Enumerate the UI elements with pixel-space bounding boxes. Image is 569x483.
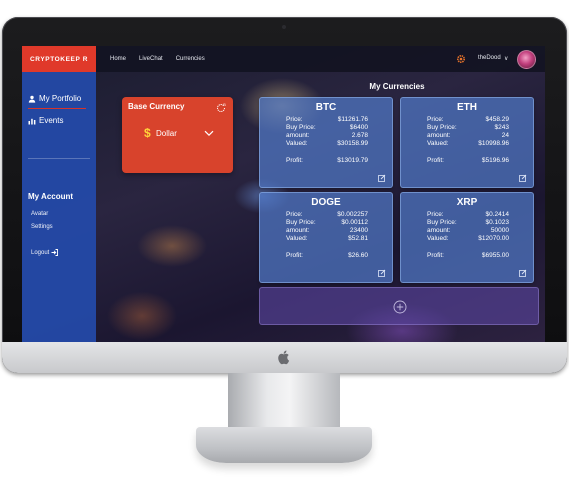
sidebar-item-avatar[interactable]: Avatar bbox=[31, 211, 48, 217]
nav-livechat[interactable]: LiveChat bbox=[139, 56, 163, 62]
logout-button[interactable]: Logout bbox=[31, 249, 59, 256]
dollar-icon: $ bbox=[144, 126, 151, 140]
edit-icon[interactable] bbox=[519, 269, 527, 277]
edit-icon[interactable] bbox=[378, 269, 386, 277]
refresh-badge: B bbox=[223, 103, 226, 107]
refresh-icon[interactable]: B bbox=[215, 102, 227, 114]
valued-row: Valued: $30158.99 bbox=[286, 140, 368, 147]
sidebar-item-portfolio[interactable]: My Portfolio bbox=[28, 94, 81, 103]
sidebar-item-label: My Portfolio bbox=[39, 94, 82, 103]
nav-currencies[interactable]: Currencies bbox=[176, 56, 205, 62]
currency-card-doge[interactable]: DOGE Price: $0.002257 Buy Price: $0.00112 … bbox=[259, 192, 393, 283]
valued-row: Valued: $10998.96 bbox=[427, 140, 509, 147]
plus-circle-icon[interactable] bbox=[393, 300, 407, 314]
profit-row: Profit: $13019.79 bbox=[286, 157, 368, 164]
camera-dot bbox=[282, 25, 286, 29]
screen: CRYPTOKEEP R Home LiveChat Currencies th… bbox=[22, 46, 545, 342]
sidebar-item-settings[interactable]: Settings bbox=[31, 224, 53, 230]
nav-home[interactable]: Home bbox=[110, 56, 126, 62]
currency-card-eth[interactable]: ETH Price: $458.29 Buy Price: $243 amount:… bbox=[400, 97, 534, 188]
base-currency-card: Base Currency B $ Dollar bbox=[122, 97, 233, 173]
apple-logo-icon bbox=[278, 350, 290, 365]
active-indicator bbox=[28, 108, 86, 109]
monitor-stand-foot bbox=[196, 427, 372, 463]
base-currency-select[interactable]: Dollar bbox=[156, 129, 177, 138]
person-icon bbox=[28, 95, 36, 103]
top-navbar: CRYPTOKEEP R Home LiveChat Currencies th… bbox=[22, 46, 545, 72]
chart-icon bbox=[28, 118, 36, 124]
coin-symbol: ETH bbox=[457, 102, 477, 113]
coin-symbol: DOGE bbox=[311, 197, 341, 208]
logout-icon bbox=[51, 249, 59, 256]
chevron-down-icon[interactable]: ∨ bbox=[504, 55, 508, 62]
profit-row: Profit: $5196.96 bbox=[427, 157, 509, 164]
currency-card-btc[interactable]: BTC Price: $11261.76 Buy Price: $6400 amou… bbox=[259, 97, 393, 188]
base-currency-title: Base Currency bbox=[128, 102, 185, 111]
sidebar: My Portfolio Events My Account Avatar Se… bbox=[22, 72, 96, 342]
valued-row: Valued: $52.81 bbox=[286, 235, 368, 242]
sidebar-item-label: Events bbox=[39, 116, 64, 125]
valued-row: Valued: $12070.00 bbox=[427, 235, 509, 242]
sidebar-item-events[interactable]: Events bbox=[28, 116, 63, 125]
chevron-down-icon[interactable] bbox=[204, 130, 214, 137]
gear-icon[interactable] bbox=[456, 54, 466, 64]
account-heading: My Account bbox=[28, 192, 74, 201]
coin-symbol: BTC bbox=[315, 102, 337, 113]
edit-icon[interactable] bbox=[519, 174, 527, 182]
monitor-stand-neck bbox=[228, 373, 340, 435]
add-currency-card[interactable] bbox=[259, 287, 539, 325]
coin-symbol: XRP bbox=[456, 197, 478, 208]
currency-card-xrp[interactable]: XRP Price: $0.2414 Buy Price: $0.1023 amou… bbox=[400, 192, 534, 283]
avatar[interactable] bbox=[517, 50, 536, 69]
user-name[interactable]: theDood bbox=[478, 55, 501, 61]
page-title: My Currencies bbox=[369, 82, 425, 91]
brand-logo[interactable]: CRYPTOKEEP R bbox=[22, 46, 96, 72]
top-nav: Home LiveChat Currencies bbox=[110, 46, 218, 72]
profit-row: Profit: $6955.00 bbox=[427, 252, 509, 259]
logout-label: Logout bbox=[31, 249, 50, 256]
sidebar-divider bbox=[28, 158, 90, 159]
edit-icon[interactable] bbox=[378, 174, 386, 182]
profit-row: Profit: $26.60 bbox=[286, 252, 368, 259]
